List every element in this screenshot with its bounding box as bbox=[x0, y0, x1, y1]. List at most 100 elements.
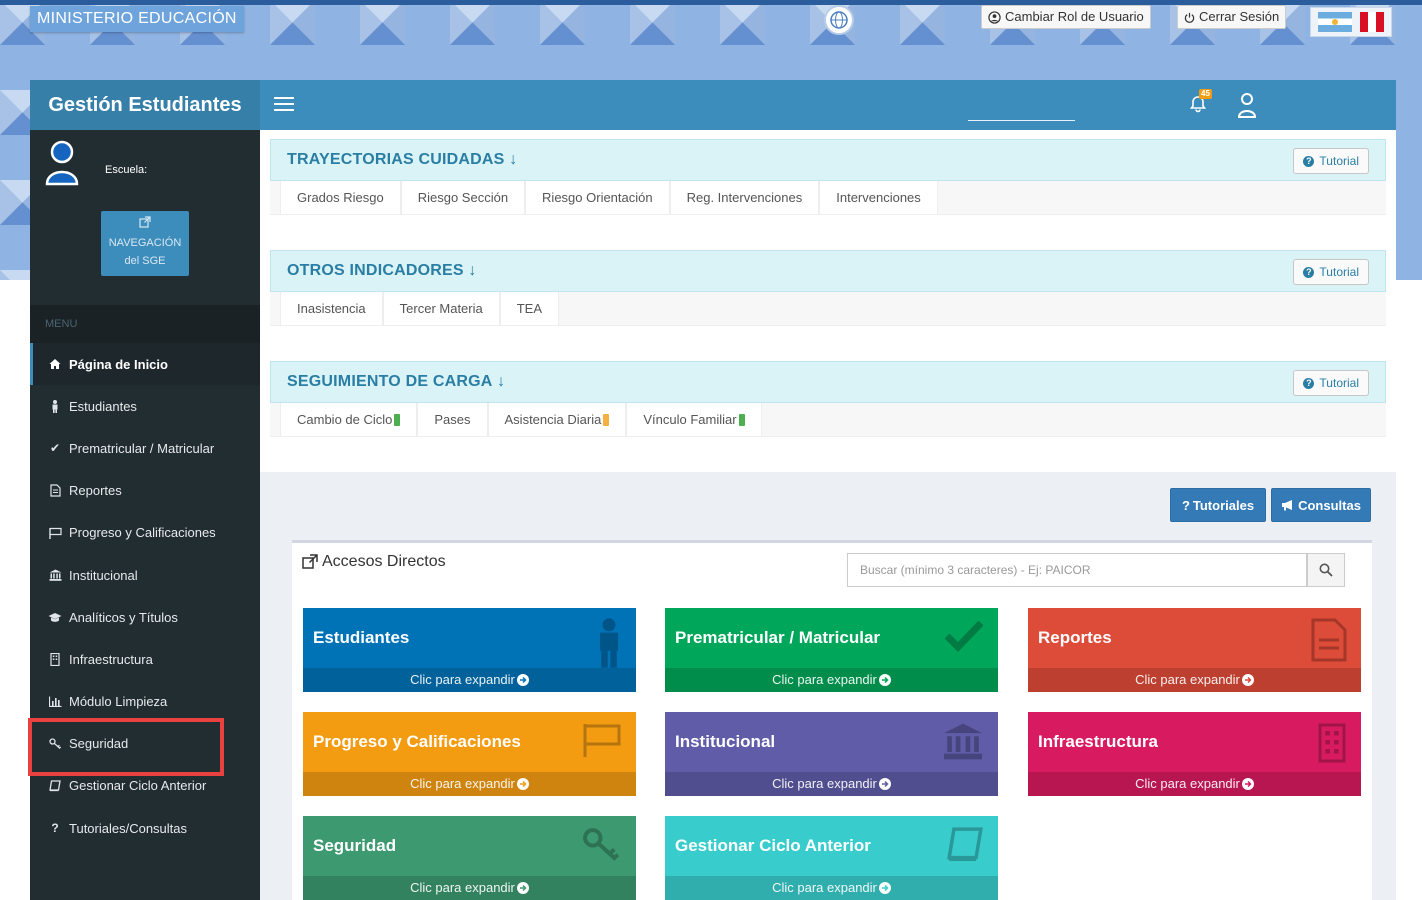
tutorial-button[interactable]: ? Tutorial bbox=[1293, 259, 1369, 285]
tab-tercer-materia[interactable]: Tercer Materia bbox=[382, 292, 500, 325]
tile-seguridad[interactable]: Seguridad Clic para expandir bbox=[303, 816, 636, 900]
panel-title: TRAYECTORIAS CUIDADAS bbox=[287, 151, 505, 168]
battery-green-icon bbox=[738, 413, 745, 426]
tile-infraestructura[interactable]: Infraestructura Clic para expandir bbox=[1028, 712, 1361, 796]
tab-asistencia-diaria[interactable]: Asistencia Diaria bbox=[487, 403, 627, 436]
panel-title: OTROS INDICADORES bbox=[287, 262, 464, 279]
tab-pases[interactable]: Pases bbox=[417, 403, 488, 436]
institution-icon bbox=[48, 569, 62, 581]
sidebar-item-institucional[interactable]: Institucional bbox=[30, 554, 260, 596]
tutorial-button[interactable]: ? Tutorial bbox=[1293, 370, 1369, 396]
book-icon bbox=[48, 780, 62, 792]
sidebar-menu: Página de Inicio Estudiantes ✔ Prematric… bbox=[30, 343, 260, 849]
ministry-label: MINISTERIO EDUCACIÓN bbox=[30, 6, 244, 32]
logout-button[interactable]: Cerrar Sesión bbox=[1177, 5, 1287, 29]
tab-vinculo-familiar[interactable]: Vínculo Familiar bbox=[626, 403, 762, 436]
sidebar-item-prematricular[interactable]: ✔ Prematricular / Matricular bbox=[30, 427, 260, 469]
sge-navigation-button[interactable]: NAVEGACIÓN del SGE bbox=[101, 211, 189, 276]
tile-reportes[interactable]: Reportes Clic para expandir bbox=[1028, 608, 1361, 692]
tab-label: Cambio de Ciclo bbox=[297, 411, 393, 427]
tile-estudiantes[interactable]: Estudiantes Clic para expandir bbox=[303, 608, 636, 692]
tutorial-button[interactable]: ? Tutorial bbox=[1293, 148, 1369, 174]
sidebar-item-limpieza[interactable]: Módulo Limpieza bbox=[30, 681, 260, 723]
bar-chart-icon bbox=[48, 696, 62, 708]
sidebar-item-tutoriales[interactable]: ? Tutoriales/Consultas bbox=[30, 807, 260, 849]
tile-title: Estudiantes bbox=[313, 628, 410, 647]
home-icon bbox=[48, 358, 62, 370]
change-role-button[interactable]: Cambiar Rol de Usuario bbox=[981, 5, 1151, 29]
sidebar-item-analiticos[interactable]: Analíticos y Títulos bbox=[30, 596, 260, 638]
menu-header: MENU bbox=[30, 305, 260, 343]
tab-cambio-ciclo[interactable]: Cambio de Ciclo bbox=[280, 403, 418, 436]
panel-header[interactable]: TRAYECTORIAS CUIDADAS ↓ ? Tutorial bbox=[270, 139, 1386, 181]
consultas-label: Consultas bbox=[1298, 497, 1361, 513]
tile-title: Reportes bbox=[1038, 628, 1112, 647]
argentina-flag-icon[interactable] bbox=[1318, 12, 1352, 32]
peru-flag-icon[interactable] bbox=[1360, 12, 1384, 32]
flag-icon bbox=[583, 724, 621, 757]
tab-intervenciones[interactable]: Intervenciones bbox=[819, 181, 938, 214]
student-icon bbox=[48, 399, 62, 413]
tile-institucional[interactable]: Institucional Clic para expandir bbox=[665, 712, 998, 796]
tab-riesgo-seccion[interactable]: Riesgo Sección bbox=[400, 181, 526, 214]
question-circle-icon: ? bbox=[1303, 266, 1315, 278]
expand-label: Clic para expandir bbox=[772, 776, 877, 791]
sidebar-item-progreso[interactable]: Progreso y Calificaciones bbox=[30, 512, 260, 554]
accesos-title: Accesos Directos bbox=[302, 553, 446, 571]
sidebar-item-estudiantes[interactable]: Estudiantes bbox=[30, 385, 260, 427]
question-icon: ? bbox=[1181, 497, 1190, 513]
tab-tea[interactable]: TEA bbox=[499, 292, 560, 325]
tile-footer[interactable]: Clic para expandir bbox=[303, 772, 636, 796]
sidebar-item-infraestructura[interactable]: Infraestructura bbox=[30, 638, 260, 680]
arrow-circle-right-icon bbox=[878, 778, 891, 790]
arrow-circle-right-icon bbox=[1241, 674, 1254, 686]
sidebar-item-ciclo-anterior[interactable]: Gestionar Ciclo Anterior bbox=[30, 765, 260, 807]
tab-grados-riesgo[interactable]: Grados Riesgo bbox=[280, 181, 401, 214]
tile-title: Gestionar Ciclo Anterior bbox=[675, 836, 871, 855]
tile-progreso[interactable]: Progreso y Calificaciones Clic para expa… bbox=[303, 712, 636, 796]
building-icon bbox=[48, 652, 62, 666]
tile-title: Infraestructura bbox=[1038, 732, 1158, 751]
tile-ciclo-anterior[interactable]: Gestionar Ciclo Anterior Clic para expan… bbox=[665, 816, 998, 900]
tile-footer[interactable]: Clic para expandir bbox=[665, 876, 998, 900]
tile-footer[interactable]: Clic para expandir bbox=[665, 772, 998, 796]
tile-footer[interactable]: Clic para expandir bbox=[1028, 668, 1361, 692]
tab-inasistencia[interactable]: Inasistencia bbox=[280, 292, 383, 325]
external-link-icon bbox=[302, 554, 318, 569]
tile-footer[interactable]: Clic para expandir bbox=[303, 876, 636, 900]
tutoriales-button[interactable]: ? Tutoriales bbox=[1170, 488, 1266, 522]
sidebar-item-label: Progreso y Calificaciones bbox=[69, 525, 216, 541]
tile-title: Institucional bbox=[675, 732, 776, 751]
sidebar-item-seguridad[interactable]: Seguridad bbox=[30, 723, 260, 765]
tutorial-label: Tutorial bbox=[1319, 154, 1359, 168]
language-flags[interactable] bbox=[1310, 7, 1392, 37]
graduation-cap-icon bbox=[48, 612, 62, 623]
search-input[interactable]: Buscar (mínimo 3 caracteres) - Ej: PAICO… bbox=[847, 553, 1307, 587]
tile-footer[interactable]: Clic para expandir bbox=[1028, 772, 1361, 796]
arrow-circle-right-icon bbox=[878, 882, 891, 894]
tab-riesgo-orientacion[interactable]: Riesgo Orientación bbox=[525, 181, 670, 214]
tab-reg-intervenciones[interactable]: Reg. Intervenciones bbox=[669, 181, 820, 214]
book-icon bbox=[947, 827, 983, 861]
tile-prematricular[interactable]: Prematricular / Matricular Clic para exp… bbox=[665, 608, 998, 692]
tile-title: Seguridad bbox=[313, 836, 397, 855]
tile-footer[interactable]: Clic para expandir bbox=[303, 668, 636, 692]
nav-underline bbox=[968, 120, 1075, 121]
menu-toggle-icon[interactable] bbox=[274, 93, 294, 113]
sidebar-item-inicio[interactable]: Página de Inicio bbox=[30, 343, 260, 386]
external-link-icon bbox=[139, 216, 151, 228]
search-icon bbox=[1319, 563, 1333, 577]
search-button[interactable] bbox=[1307, 553, 1345, 587]
sidebar-item-label: Infraestructura bbox=[69, 651, 153, 667]
tile-title: Progreso y Calificaciones bbox=[313, 732, 521, 751]
panel-header[interactable]: OTROS INDICADORES ↓ ? Tutorial bbox=[270, 250, 1386, 292]
tile-footer[interactable]: Clic para expandir bbox=[665, 668, 998, 692]
arrow-circle-right-icon bbox=[878, 674, 891, 686]
consultas-button[interactable]: Consultas bbox=[1271, 488, 1371, 522]
user-icon[interactable] bbox=[1237, 92, 1257, 118]
user-circle-icon bbox=[988, 10, 1001, 24]
panel-header[interactable]: SEGUIMIENTO DE CARGA ↓ ? Tutorial bbox=[270, 361, 1386, 403]
expand-label: Clic para expandir bbox=[410, 776, 515, 791]
sidebar-item-reportes[interactable]: Reportes bbox=[30, 470, 260, 512]
app-brand[interactable]: Gestión Estudiantes bbox=[30, 80, 260, 130]
